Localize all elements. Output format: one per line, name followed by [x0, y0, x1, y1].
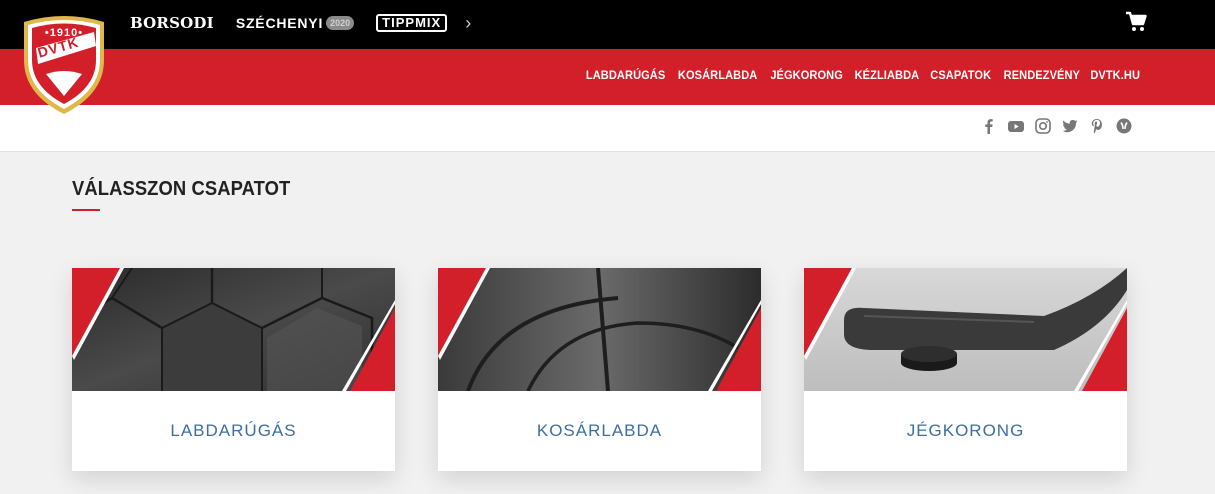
youtube-icon[interactable] — [1007, 117, 1025, 135]
team-card-label: KOSÁRLABDA — [536, 421, 663, 440]
team-card-labdarugas[interactable]: LABDARÚGÁS — [72, 268, 395, 471]
dvtk-logo[interactable]: •1910• DVTK — [22, 12, 106, 116]
sponsor-borsodi[interactable]: BORSODI — [130, 14, 214, 32]
twitter-icon[interactable] — [1061, 117, 1079, 135]
page-title: VÁLASSZON CSAPATOT — [72, 178, 291, 200]
nav-item-csapatok[interactable]: CSAPATOK — [930, 68, 991, 82]
team-card-jegkorong[interactable]: JÉGKORONG — [804, 268, 1127, 471]
main-navigation-bar: LABDARÚGÁS KOSÁRLABDA JÉGKORONG KÉZLIABD… — [0, 49, 1215, 105]
nav-item-dvtk-hu[interactable]: DVTK.HU — [1090, 68, 1140, 82]
sponsor-tippmix[interactable]: TIPPMIX — [376, 14, 448, 32]
sponsor-szechenyi-text: SZÉCHENYI — [235, 15, 324, 31]
facebook-icon[interactable] — [980, 117, 998, 135]
team-card-label: JÉGKORONG — [906, 421, 1025, 440]
team-card-image-hockey — [804, 268, 1127, 391]
shopping-cart-icon[interactable] — [1124, 10, 1148, 34]
team-card-image-basketball — [438, 268, 761, 391]
nav-item-jegkorong[interactable]: JÉGKORONG — [770, 68, 843, 82]
nav-item-kosarlabda[interactable]: KOSÁRLABDA — [678, 68, 757, 82]
sponsor-bar: BORSODI SZÉCHENYI 2020 TIPPMIX › — [0, 0, 1215, 49]
sponsor-list: BORSODI SZÉCHENYI 2020 TIPPMIX › — [130, 14, 471, 32]
sponsor-next-arrow[interactable]: › — [465, 14, 471, 32]
sponsor-szechenyi[interactable]: SZÉCHENYI 2020 — [235, 15, 355, 31]
main-nav: LABDARÚGÁS KOSÁRLABDA JÉGKORONG KÉZLIABD… — [579, 68, 1140, 82]
nav-item-rendezveny[interactable]: RENDEZVÉNY — [1004, 68, 1080, 82]
team-card-label: LABDARÚGÁS — [170, 421, 297, 440]
team-card-image-football — [72, 268, 395, 391]
social-links — [980, 117, 1133, 135]
social-bar — [0, 105, 1215, 152]
sponsor-szechenyi-badge: 2020 — [326, 16, 355, 30]
nav-item-labdarugas[interactable]: LABDARÚGÁS — [586, 68, 665, 82]
nav-item-kezilabda[interactable]: KÉZLIABDA — [854, 68, 919, 82]
other-social-icon[interactable] — [1115, 117, 1133, 135]
pinterest-icon[interactable] — [1088, 117, 1106, 135]
team-card-kosarlabda[interactable]: KOSÁRLABDA — [438, 268, 761, 471]
title-underline — [72, 209, 100, 211]
instagram-icon[interactable] — [1034, 117, 1052, 135]
